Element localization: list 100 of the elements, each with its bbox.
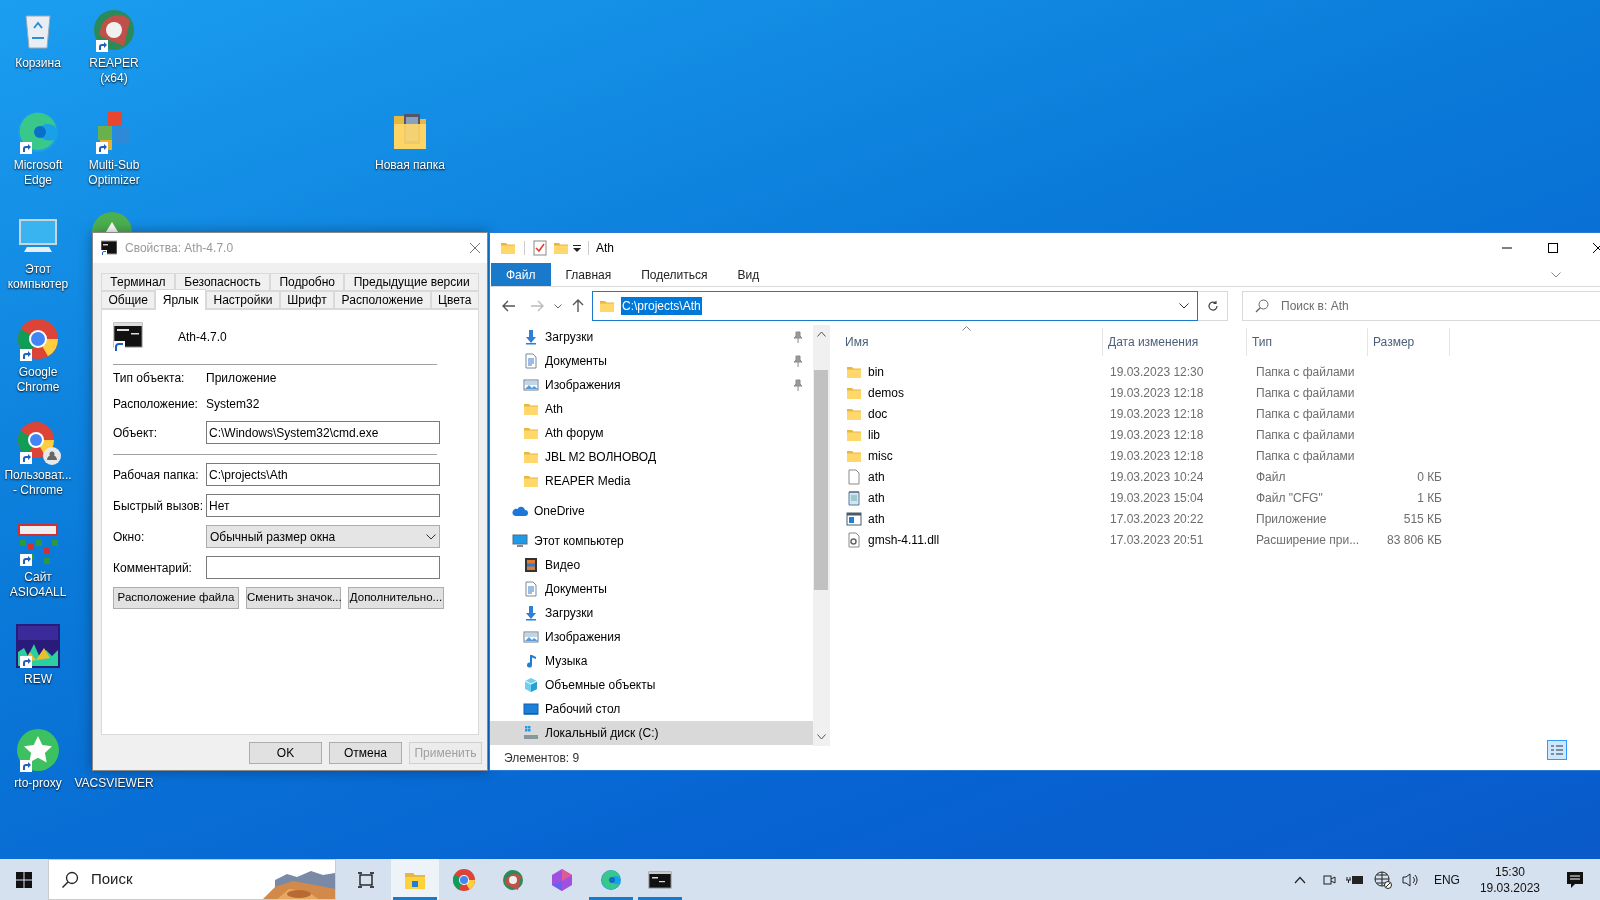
navigation-item[interactable]: OneDrive xyxy=(490,499,813,523)
desktop-icon-label[interactable]: Новая папка xyxy=(374,158,446,173)
desktop-icon-label[interactable]: Пользоват... - Chrome xyxy=(0,468,76,498)
navigation-item[interactable]: Изображения xyxy=(490,373,813,397)
globe-icon[interactable] xyxy=(1373,870,1392,889)
navigation-item[interactable]: JBL M2 ВОЛНОВОД xyxy=(490,445,813,469)
button[interactable]: OK xyxy=(249,742,322,764)
navigation-item[interactable]: Рабочий стол xyxy=(490,697,813,721)
file-name[interactable]: demos xyxy=(868,383,905,402)
scrollbar[interactable] xyxy=(813,325,829,746)
navigation-item[interactable]: Документы xyxy=(490,577,813,601)
navigation-item[interactable]: Объемные объекты xyxy=(490,673,813,697)
clock[interactable]: 15:30 19.03.2023 xyxy=(1479,863,1540,896)
navigation-item[interactable]: Ath xyxy=(490,397,813,421)
details-view-icon[interactable] xyxy=(1547,740,1567,760)
language-indicator[interactable]: ENG xyxy=(1433,870,1460,889)
button[interactable]: Дополнительно... xyxy=(348,587,444,609)
tab[interactable]: Расположение xyxy=(334,291,431,309)
tab[interactable]: Безопасность xyxy=(174,273,271,291)
navigation-item[interactable]: Загрузки xyxy=(490,601,813,625)
tab[interactable]: Шрифт xyxy=(279,291,335,309)
table-cell: 17.03.2023 20:51 xyxy=(1110,532,1204,547)
table-cell: 19.03.2023 12:18 xyxy=(1110,406,1204,421)
file-name[interactable]: ath xyxy=(868,509,885,528)
search-box[interactable]: Поиск xyxy=(48,859,336,900)
file-name[interactable]: misc xyxy=(868,446,893,465)
tab[interactable]: Цвета xyxy=(430,291,479,309)
desktop-icon-label[interactable]: rto-proxy xyxy=(13,776,63,791)
navigation-item[interactable]: Музыка xyxy=(490,649,813,673)
tab[interactable]: Предыдущие версии xyxy=(344,273,479,291)
maximize-icon[interactable] xyxy=(1548,243,1558,253)
scrollbar-thumb[interactable] xyxy=(814,370,828,590)
file-name[interactable]: ath xyxy=(868,488,885,507)
table-cell: 19.03.2023 10:24 xyxy=(1110,469,1204,484)
chevron-down-icon[interactable] xyxy=(1179,303,1189,309)
pin-icon[interactable] xyxy=(793,379,803,391)
window-title: Ath xyxy=(596,240,615,257)
application-window-icon xyxy=(846,510,862,527)
navigation-item[interactable]: Ath форум xyxy=(490,421,813,445)
navigation-item[interactable]: REAPER Media xyxy=(490,469,813,493)
desktop-icon-label[interactable]: REW xyxy=(23,672,53,687)
battery-plug-icon[interactable] xyxy=(1345,873,1364,886)
table-cell: 19.03.2023 12:18 xyxy=(1110,385,1204,400)
properties-check-icon[interactable] xyxy=(533,240,547,256)
shortcut-name: Ath-4.7.0 xyxy=(178,329,227,346)
navigation-item[interactable]: Изображения xyxy=(490,625,813,649)
desktop-icon-label[interactable]: Сайт ASIO4ALL xyxy=(0,570,76,600)
notification-icon[interactable] xyxy=(1566,870,1584,889)
pin-icon[interactable] xyxy=(793,355,803,367)
button[interactable]: Сменить значок... xyxy=(246,587,341,609)
text-field[interactable]: C:\Windows\System32\cmd.exe xyxy=(206,421,440,444)
navigation-item[interactable]: Локальный диск (C:) xyxy=(490,721,813,745)
tab[interactable]: Ярлык xyxy=(155,289,207,310)
field-label: Расположение: xyxy=(113,396,199,413)
column-header[interactable]: Тип xyxy=(1247,328,1368,356)
tab[interactable]: Настройки xyxy=(206,291,280,309)
button[interactable]: Отмена xyxy=(329,742,402,764)
navigation-item[interactable]: Загрузки xyxy=(490,325,813,349)
column-header[interactable]: Имя xyxy=(840,328,1103,356)
column-header[interactable]: Дата изменения xyxy=(1103,328,1247,356)
text-field[interactable]: C:\projects\Ath xyxy=(206,463,440,486)
back-arrow-icon[interactable] xyxy=(502,300,516,312)
text-field[interactable]: Нет xyxy=(206,494,440,517)
file-menu[interactable]: Файл xyxy=(491,263,551,286)
gear-file-icon xyxy=(846,531,862,548)
address-bar[interactable]: C:\projects\Ath xyxy=(592,291,1198,321)
speaker-icon[interactable] xyxy=(1401,871,1420,888)
chevron-down-icon[interactable] xyxy=(554,303,562,309)
column-header[interactable]: Размер xyxy=(1368,328,1450,356)
close-icon[interactable] xyxy=(1593,243,1600,253)
tab[interactable]: Общие xyxy=(101,291,156,309)
navigation-item[interactable]: Этот компьютер xyxy=(490,529,813,553)
table-cell: Папка с файлами xyxy=(1256,427,1355,442)
desktop-icon-label[interactable]: Этот компьютер xyxy=(0,262,76,292)
navigation-item[interactable]: Документы xyxy=(490,349,813,373)
ribbon-tab[interactable]: Вид xyxy=(722,263,775,286)
navigation-item[interactable]: Видео xyxy=(490,553,813,577)
ribbon-tab[interactable]: Поделиться xyxy=(626,263,723,286)
file-name[interactable]: gmsh-4.11.dll xyxy=(868,530,940,549)
file-name[interactable]: lib xyxy=(868,425,880,444)
table-cell: 19.03.2023 12:18 xyxy=(1110,448,1204,463)
text-field[interactable] xyxy=(206,556,440,579)
table-cell-text: 515 КБ xyxy=(1403,510,1442,528)
button[interactable]: Расположение файла xyxy=(113,587,239,609)
file-name[interactable]: doc xyxy=(868,404,888,423)
refresh-button[interactable] xyxy=(1198,291,1228,321)
file-name[interactable]: bin xyxy=(868,362,884,381)
dropdown[interactable]: Обычный размер окна xyxy=(206,525,440,548)
search-field[interactable]: Поиск в: Ath xyxy=(1242,291,1600,321)
chevron-up-icon[interactable] xyxy=(1293,875,1306,884)
terminal-icon xyxy=(101,240,117,256)
desktop-icon-label[interactable]: VACSVIEWER xyxy=(73,776,155,791)
tab[interactable]: Терминал xyxy=(101,273,175,291)
up-arrow-icon[interactable] xyxy=(572,299,584,313)
tab[interactable]: Подробно xyxy=(270,273,345,291)
desktop-icon-label[interactable]: Google Chrome xyxy=(0,365,76,395)
ribbon-tab[interactable]: Главная xyxy=(550,263,627,286)
dropdown-caret-icon[interactable] xyxy=(573,244,581,252)
file-name[interactable]: ath xyxy=(868,467,885,486)
pin-icon[interactable] xyxy=(793,331,803,343)
